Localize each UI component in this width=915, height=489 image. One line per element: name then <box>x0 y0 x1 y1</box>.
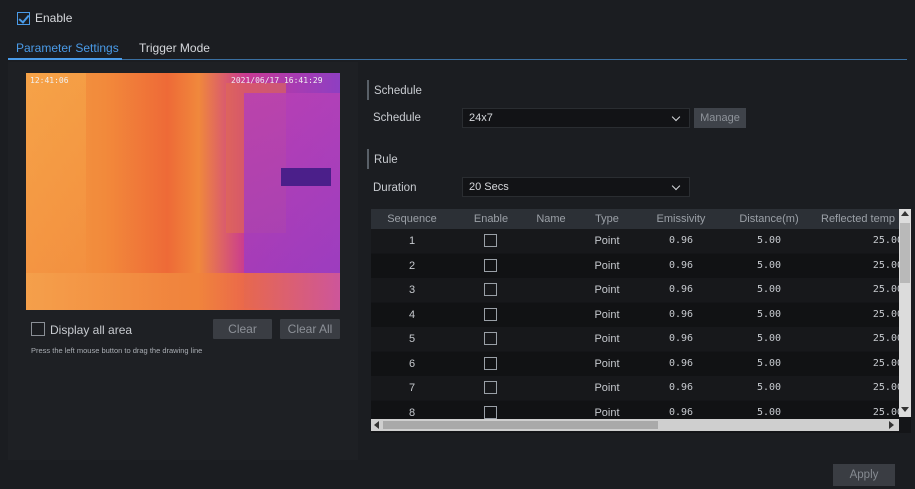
chevron-down-icon <box>671 181 681 191</box>
display-all-area-label: Display all area <box>50 323 133 337</box>
schedule-section-marker <box>367 80 369 100</box>
apply-button[interactable]: Apply <box>833 464 895 486</box>
table-row[interactable]: 7 Point 0.96 5.00 25.00 <box>371 376 903 400</box>
sequence-cell: 6 <box>408 357 416 370</box>
sequence-cell: 5 <box>408 333 416 345</box>
tab-parameter-settings[interactable]: Parameter Settings <box>16 41 119 55</box>
tab-trigger-mode[interactable]: Trigger Mode <box>139 41 210 55</box>
vertical-scroll-thumb[interactable] <box>900 223 910 283</box>
table-row[interactable]: 1 Point 0.96 5.00 25.00 <box>371 229 903 253</box>
scroll-right-icon[interactable] <box>889 421 894 429</box>
row-enable-checkbox[interactable] <box>484 283 497 296</box>
row-enable-checkbox[interactable] <box>484 258 497 272</box>
sequence-cell: 2 <box>408 259 416 272</box>
distance-cell: 5.00 <box>756 333 782 344</box>
emissivity-cell: 0.96 <box>668 284 694 295</box>
emissivity-cell: 0.96 <box>668 259 694 271</box>
active-tab-indicator <box>8 58 122 60</box>
schedule-label: Schedule <box>373 112 421 124</box>
type-cell: Point <box>594 284 620 296</box>
type-cell: Point <box>594 382 620 394</box>
scroll-down-icon[interactable] <box>901 407 909 412</box>
enable-checkbox[interactable] <box>17 12 30 25</box>
scroll-up-icon[interactable] <box>901 211 909 216</box>
row-enable-checkbox[interactable] <box>484 307 497 321</box>
sequence-cell: 1 <box>408 235 416 247</box>
reflected-temp-cell: 25.00 <box>872 235 903 246</box>
row-enable-checkbox[interactable] <box>484 234 497 247</box>
preview-datetime: 2021/06/17 16:41:29 <box>231 76 323 85</box>
col-name: Name <box>536 213 566 225</box>
reflected-temp-cell: 25.00 <box>872 284 903 295</box>
table-row[interactable]: 3 Point 0.96 5.00 25.00 <box>371 278 903 302</box>
vertical-scrollbar[interactable] <box>899 209 911 417</box>
horizontal-scrollbar[interactable] <box>371 419 899 431</box>
manage-button[interactable]: Manage <box>694 108 746 128</box>
col-enable: Enable <box>473 213 509 225</box>
tab-divider <box>8 59 907 60</box>
chevron-down-icon <box>671 112 681 122</box>
duration-value: 20 Secs <box>469 181 509 193</box>
enable-label: Enable <box>35 11 73 25</box>
distance-cell: 5.00 <box>756 284 782 295</box>
rule-section-title: Rule <box>374 154 398 166</box>
preview-time: 12:41:06 <box>30 76 69 85</box>
type-cell: Point <box>594 235 620 247</box>
thermal-preview[interactable]: 12:41:06 2021/06/17 16:41:29 <box>26 73 340 310</box>
emissivity-cell: 0.96 <box>668 308 694 320</box>
table-row[interactable]: 2 Point 0.96 5.00 25.00 <box>371 253 903 278</box>
table-header: Sequence Enable Name Type Emissivity Dis… <box>371 209 899 229</box>
reflected-temp-cell: 25.00 <box>872 333 903 344</box>
type-cell: Point <box>594 259 620 272</box>
reflected-temp-cell: 25.00 <box>872 382 903 393</box>
row-enable-checkbox[interactable] <box>484 381 497 394</box>
clear-button[interactable]: Clear <box>213 319 272 339</box>
duration-label: Duration <box>373 182 417 194</box>
emissivity-cell: 0.96 <box>668 357 694 369</box>
rule-section-marker <box>367 149 369 169</box>
clear-all-button[interactable]: Clear All <box>280 319 340 339</box>
rules-table: Sequence Enable Name Type Emissivity Dis… <box>371 209 911 433</box>
schedule-value: 24x7 <box>469 112 493 124</box>
reflected-temp-cell: 25.00 <box>872 308 903 320</box>
distance-cell: 5.00 <box>756 308 782 320</box>
sequence-cell: 4 <box>408 308 416 321</box>
type-cell: Point <box>594 357 620 370</box>
emissivity-cell: 0.96 <box>668 333 694 344</box>
col-type: Type <box>595 213 619 225</box>
type-cell: Point <box>594 308 620 321</box>
scroll-left-icon[interactable] <box>374 421 379 429</box>
duration-select[interactable]: 20 Secs <box>462 177 690 197</box>
reflected-temp-cell: 25.00 <box>872 357 903 369</box>
col-emissivity: Emissivity <box>656 213 706 225</box>
reflected-temp-cell: 25.00 <box>872 259 903 271</box>
row-enable-checkbox[interactable] <box>484 405 497 419</box>
schedule-section-title: Schedule <box>374 85 422 97</box>
distance-cell: 5.00 <box>756 357 782 369</box>
schedule-select[interactable]: 24x7 <box>462 108 690 128</box>
row-enable-checkbox[interactable] <box>484 332 497 345</box>
distance-cell: 5.00 <box>756 259 782 271</box>
emissivity-cell: 0.96 <box>668 235 694 246</box>
col-sequence: Sequence <box>387 213 437 225</box>
horizontal-scroll-thumb[interactable] <box>383 421 658 429</box>
type-cell: Point <box>594 333 620 345</box>
sequence-cell: 3 <box>408 284 416 296</box>
table-row[interactable]: 6 Point 0.96 5.00 25.00 <box>371 351 903 376</box>
distance-cell: 5.00 <box>756 235 782 246</box>
drawing-hint: Press the left mouse button to drag the … <box>31 346 203 355</box>
table-row[interactable]: 5 Point 0.96 5.00 25.00 <box>371 327 903 351</box>
emissivity-cell: 0.96 <box>668 382 694 393</box>
distance-cell: 5.00 <box>756 382 782 393</box>
display-all-area-checkbox[interactable] <box>31 322 45 336</box>
sequence-cell: 7 <box>408 382 416 394</box>
table-row[interactable]: 4 Point 0.96 5.00 25.00 <box>371 302 903 327</box>
row-enable-checkbox[interactable] <box>484 356 497 370</box>
col-distance: Distance(m) <box>739 213 799 225</box>
col-reflected-temp: Reflected temp <box>821 213 895 225</box>
